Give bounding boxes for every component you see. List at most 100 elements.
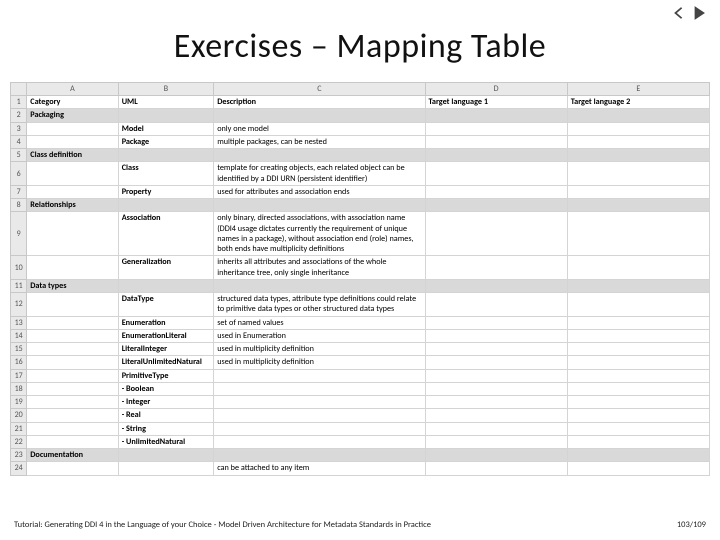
nav-next-icon[interactable] (692, 6, 706, 25)
uml-cell: Association (118, 212, 214, 256)
uml-cell: EnumerationLiteral (118, 329, 214, 342)
row-number: 19 (11, 396, 27, 409)
desc-cell (214, 435, 425, 448)
desc-cell: used in Enumeration (214, 329, 425, 342)
target1-cell (425, 396, 567, 409)
target1-cell (425, 462, 567, 475)
target2-cell (567, 212, 709, 256)
desc-cell (214, 382, 425, 395)
col-letter: D (425, 83, 567, 96)
table-row: 14EnumerationLiteralused in Enumeration (11, 329, 710, 342)
target2-cell (567, 122, 709, 135)
uml-cell: Enumeration (118, 316, 214, 329)
row-number: 15 (11, 343, 27, 356)
table-row: 24 can be attached to any item (11, 462, 710, 475)
desc-cell: used in multiplicity definition (214, 343, 425, 356)
empty-cell (425, 199, 567, 212)
desc-cell (214, 422, 425, 435)
empty-cell (27, 122, 118, 135)
target2-cell (567, 162, 709, 186)
row-number: 21 (11, 422, 27, 435)
table-row: 5Class definition (11, 149, 710, 162)
row-number: 20 (11, 409, 27, 422)
uml-cell: LiteralUnlimitedNatural (118, 356, 214, 369)
empty-cell (27, 422, 118, 435)
empty-cell (214, 449, 425, 462)
row-number: 24 (11, 462, 27, 475)
empty-cell (27, 329, 118, 342)
uml-cell: - String (118, 422, 214, 435)
desc-cell: template for creating objects, each rela… (214, 162, 425, 186)
category-cell: Documentation (27, 449, 118, 462)
empty-cell (27, 462, 118, 475)
uml-cell: - Real (118, 409, 214, 422)
desc-cell: only one model (214, 122, 425, 135)
target1-cell (425, 293, 567, 317)
target1-cell (425, 422, 567, 435)
row-number: 16 (11, 356, 27, 369)
target2-cell (567, 135, 709, 148)
empty-cell (27, 256, 118, 280)
row-number: 7 (11, 185, 27, 198)
category-cell: Relationships (27, 199, 118, 212)
empty-cell (214, 199, 425, 212)
row-number: 12 (11, 293, 27, 317)
row-number: 22 (11, 435, 27, 448)
corner-cell (11, 83, 27, 96)
table-row: 13 Enumerationset of named values (11, 316, 710, 329)
table-row: 2Packaging (11, 109, 710, 122)
category-cell: Packaging (27, 109, 118, 122)
desc-cell: only binary, directed associations, with… (214, 212, 425, 256)
row-number: 4 (11, 135, 27, 148)
column-letters-row: A B C D E (11, 83, 710, 96)
target1-cell (425, 343, 567, 356)
desc-cell: used in multiplicity definition (214, 356, 425, 369)
desc-cell: can be attached to any item (214, 462, 425, 475)
row-number: 1 (11, 96, 27, 109)
target2-cell (567, 409, 709, 422)
target1-cell (425, 382, 567, 395)
row-number: 5 (11, 149, 27, 162)
target2-cell (567, 185, 709, 198)
header-cell: Target language 2 (567, 96, 709, 109)
target1-cell (425, 122, 567, 135)
empty-cell (27, 135, 118, 148)
table-row: 8Relationships (11, 199, 710, 212)
table-row: 3Modelonly one model (11, 122, 710, 135)
empty-cell (567, 449, 709, 462)
row-number: 8 (11, 199, 27, 212)
empty-cell (425, 149, 567, 162)
empty-cell (27, 343, 118, 356)
target1-cell (425, 256, 567, 280)
table-row: 6Classtemplate for creating objects, eac… (11, 162, 710, 186)
row-number: 6 (11, 162, 27, 186)
uml-cell: - Boolean (118, 382, 214, 395)
target2-cell (567, 343, 709, 356)
empty-cell (118, 449, 214, 462)
row-number: 2 (11, 109, 27, 122)
empty-cell (425, 279, 567, 292)
empty-cell (27, 396, 118, 409)
empty-cell (27, 382, 118, 395)
target2-cell (567, 462, 709, 475)
empty-cell (214, 109, 425, 122)
empty-cell (27, 435, 118, 448)
empty-cell (27, 293, 118, 317)
empty-cell (425, 449, 567, 462)
row-number: 10 (11, 256, 27, 280)
category-cell: Data types (27, 279, 118, 292)
row-number: 13 (11, 316, 27, 329)
nav-prev-icon[interactable] (672, 6, 686, 25)
target1-cell (425, 135, 567, 148)
empty-cell (27, 369, 118, 382)
desc-cell: structured data types, attribute type de… (214, 293, 425, 317)
empty-cell (27, 162, 118, 186)
row-number: 23 (11, 449, 27, 462)
target1-cell (425, 356, 567, 369)
target1-cell (425, 369, 567, 382)
desc-cell: set of named values (214, 316, 425, 329)
uml-cell: LiteralInteger (118, 343, 214, 356)
table-row: 21 - String (11, 422, 710, 435)
desc-cell (214, 409, 425, 422)
target2-cell (567, 396, 709, 409)
